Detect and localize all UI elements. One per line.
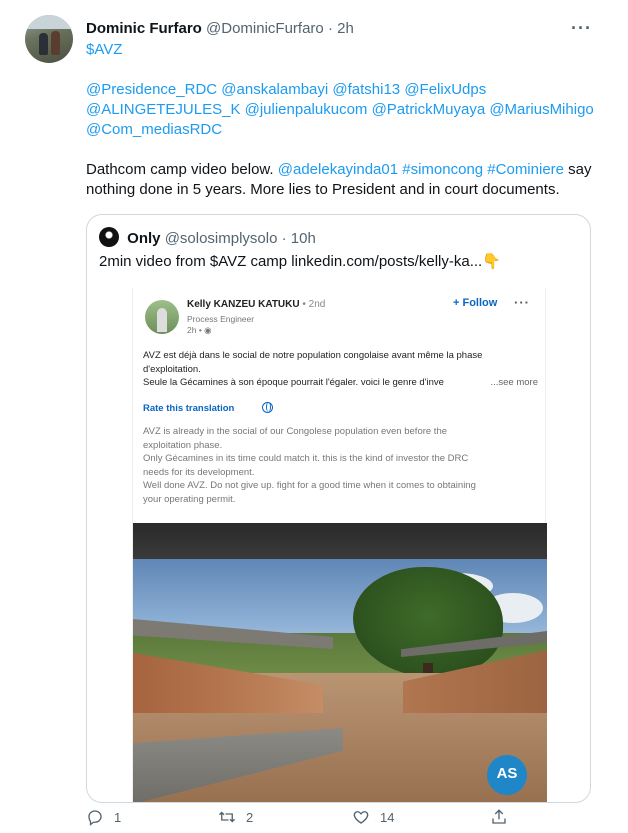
linkedin-degree: • 2nd bbox=[302, 299, 326, 310]
quote-header: Only @solosimplysolo · 10h bbox=[99, 227, 316, 249]
en-line-3: Only Gécamines in its time could match i… bbox=[143, 453, 469, 464]
mentions-line-3[interactable]: @Com_mediasRDC bbox=[86, 120, 606, 140]
pointing-down-emoji: 👇 bbox=[482, 253, 501, 270]
quote-author-handle[interactable]: @solosimplysolo bbox=[165, 230, 278, 247]
linkedin-time-line: 2h • ◉ bbox=[187, 325, 212, 336]
tweet-sentence-start: Dathcom camp video below. bbox=[86, 161, 278, 178]
heart-icon bbox=[353, 811, 369, 824]
reply-count: 1 bbox=[114, 810, 122, 825]
fr-line-1: AVZ est déjà dans le social de notre pop… bbox=[143, 350, 483, 361]
like-count: 14 bbox=[380, 810, 395, 825]
mentions-line-2[interactable]: @ALINGETEJULES_K @julienpalukucom @Patri… bbox=[86, 100, 606, 120]
cashtag-link[interactable]: $AVZ bbox=[86, 40, 606, 60]
en-line-4: needs for its development. bbox=[143, 466, 255, 478]
quote-text: 2min video from $AVZ camp linkedin.com/p… bbox=[99, 251, 501, 273]
quote-separator: · bbox=[281, 230, 287, 247]
linkedin-avatar bbox=[145, 300, 179, 334]
tags-link[interactable]: @adelekayinda01 #simoncong #Cominiere bbox=[278, 161, 564, 178]
linkedin-more-icon: ··· bbox=[514, 295, 530, 310]
like-button[interactable]: 14 bbox=[352, 808, 394, 830]
en-line-2: exploitation phase. bbox=[143, 439, 223, 451]
header-separator: · bbox=[327, 20, 333, 37]
quote-time[interactable]: 10h bbox=[291, 230, 316, 247]
tweet-time[interactable]: 2h bbox=[337, 20, 354, 37]
linkedin-english-text: AVZ is already in the social of our Cong… bbox=[143, 425, 538, 506]
tweet-header: Dominic Furfaro @DominicFurfaro · 2h bbox=[86, 19, 354, 39]
reply-icon bbox=[88, 810, 102, 826]
tweet-sentence-line-2: nothing done in 5 years. More lies to Pr… bbox=[86, 181, 560, 198]
en-line-6: your operating permit. bbox=[143, 493, 236, 505]
retweet-icon bbox=[219, 811, 235, 823]
reply-button[interactable]: 1 bbox=[86, 808, 121, 830]
see-more-link: ...see more bbox=[490, 377, 538, 388]
tweet-actions: 1 2 14 bbox=[86, 808, 606, 830]
linkedin-screenshot[interactable]: Kelly KANZEU KATUKU • 2nd Process Engine… bbox=[132, 288, 547, 802]
en-line-1: AVZ is already in the social of our Cong… bbox=[143, 426, 448, 437]
linkedin-time: 2h • bbox=[187, 325, 205, 335]
tweet-sentence-end: say bbox=[564, 161, 592, 178]
video-watermark-logo: AS bbox=[487, 755, 527, 795]
share-icon bbox=[492, 809, 506, 824]
share-button[interactable] bbox=[490, 808, 518, 830]
retweet-count: 2 bbox=[246, 810, 254, 825]
tweet-sentence-line-1: Dathcom camp video below. @adelekayinda0… bbox=[86, 160, 606, 180]
author-avatar[interactable] bbox=[25, 15, 73, 63]
globe-icon: ◉ bbox=[204, 325, 212, 335]
more-icon[interactable]: ··· bbox=[571, 18, 592, 39]
globe-icon bbox=[262, 402, 273, 413]
linkedin-french-text: AVZ est déjà dans le social de notre pop… bbox=[143, 349, 538, 390]
camp-video-frame: AS bbox=[133, 523, 547, 802]
quote-author-name[interactable]: Only bbox=[127, 230, 160, 247]
rate-translation-link: Rate this translation bbox=[143, 403, 235, 414]
fr-line-3: Seule la Gécamines à son époque pourrait… bbox=[143, 377, 444, 388]
mentions-line-1[interactable]: @Presidence_RDC @anskalambayi @fatshi13 … bbox=[86, 80, 606, 100]
linkedin-name-line: Kelly KANZEU KATUKU • 2nd bbox=[187, 299, 325, 310]
en-line-5: Well done AVZ. Do not give up. fight for… bbox=[143, 480, 476, 491]
linkedin-title: Process Engineer bbox=[187, 314, 255, 324]
quote-avatar[interactable] bbox=[99, 227, 119, 247]
author-handle[interactable]: @DominicFurfaro bbox=[206, 20, 324, 37]
tweet-text: $AVZ @Presidence_RDC @anskalambayi @fats… bbox=[86, 40, 606, 200]
quote-body: 2min video from $AVZ camp linkedin.com/p… bbox=[99, 253, 483, 270]
fr-line-2: d'exploitation. bbox=[143, 363, 201, 375]
linkedin-follow-button: + Follow bbox=[453, 297, 498, 309]
linkedin-name: Kelly KANZEU KATUKU bbox=[187, 299, 300, 310]
fr-line-3-row: ...see more Seule la Gécamines à son époq… bbox=[143, 376, 538, 390]
tweet: Dominic Furfaro @DominicFurfaro · 2h ···… bbox=[0, 0, 628, 833]
retweet-button[interactable]: 2 bbox=[218, 808, 253, 830]
quoted-tweet[interactable]: Only @solosimplysolo · 10h 2min video fr… bbox=[86, 214, 591, 803]
author-name[interactable]: Dominic Furfaro bbox=[86, 20, 202, 37]
